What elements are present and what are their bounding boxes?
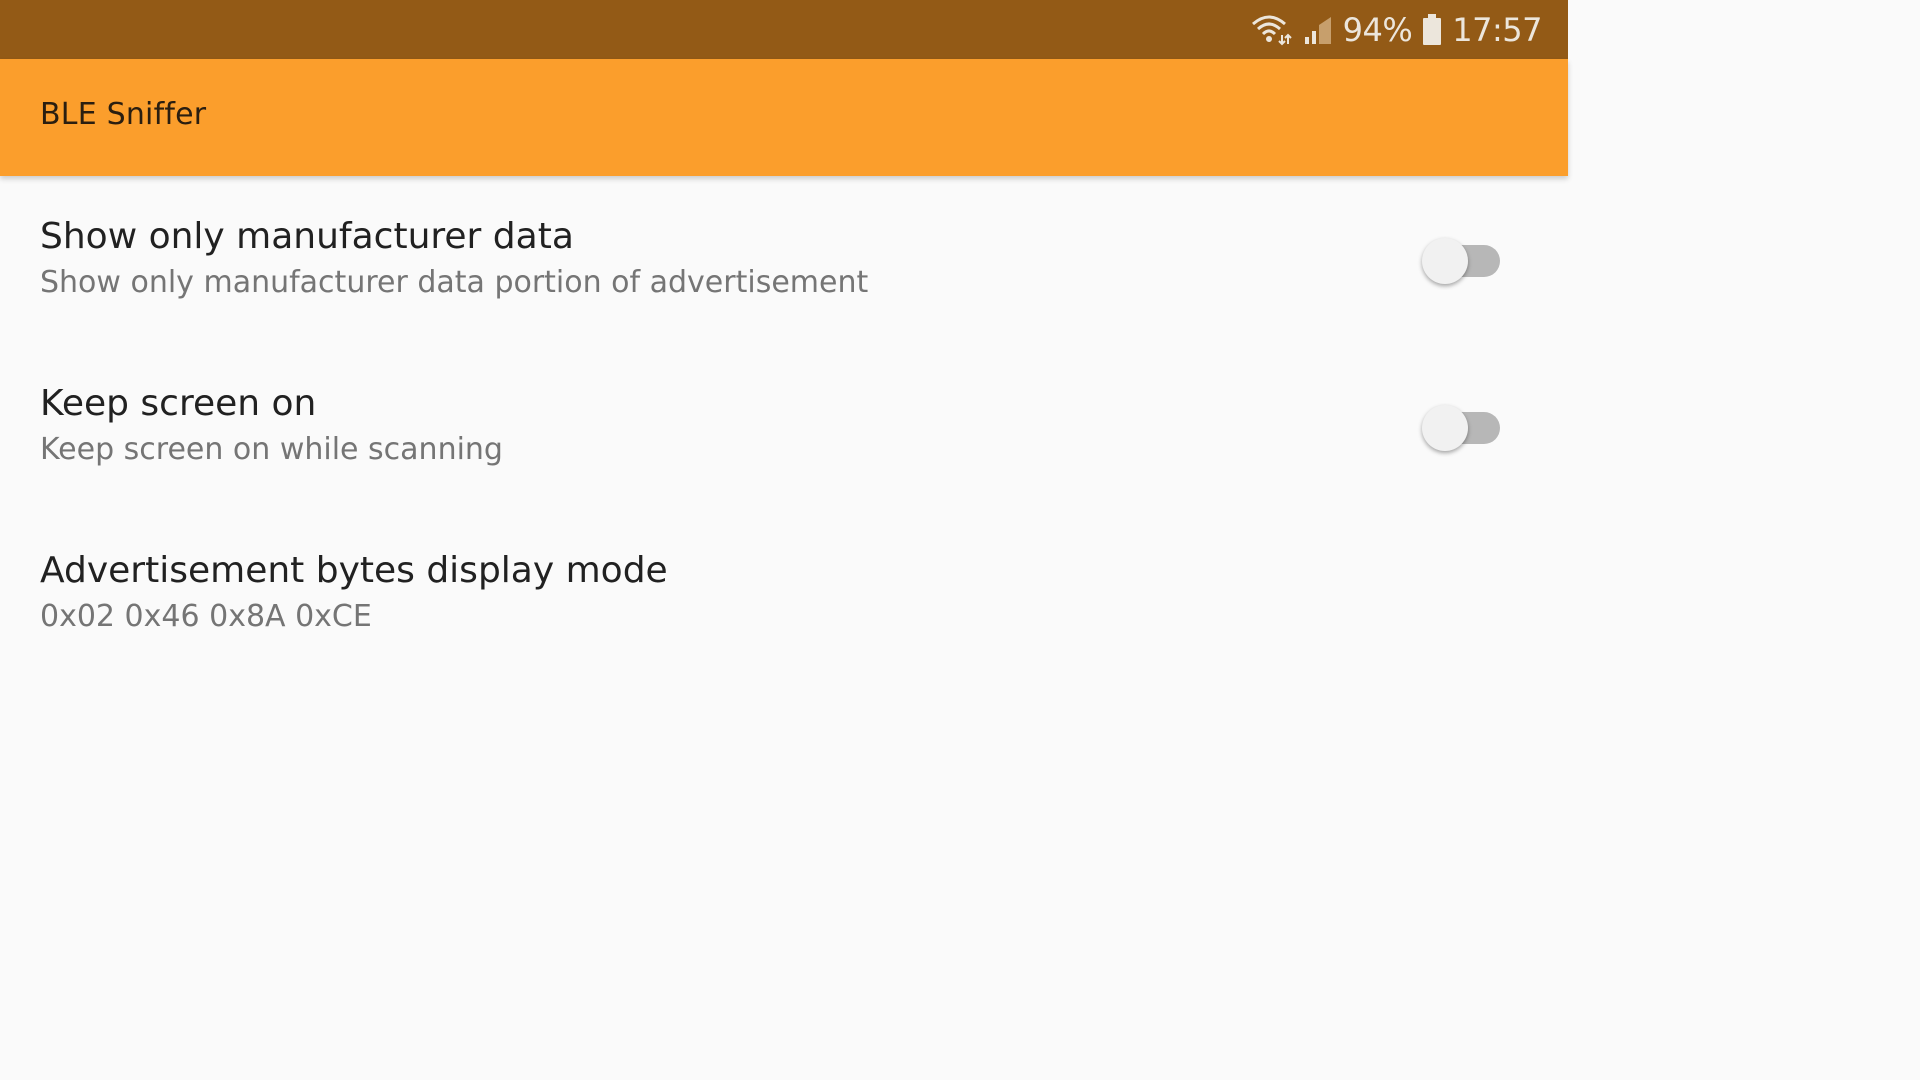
app-bar: BLE Sniffer: [0, 59, 1568, 176]
battery-percent: 94%: [1342, 10, 1413, 49]
pref-summary: Show only manufacturer data portion of a…: [40, 265, 869, 300]
pref-title: Show only manufacturer data: [40, 216, 574, 257]
signal-icon: [1303, 15, 1333, 45]
clock: 17:57: [1452, 10, 1542, 49]
pref-title: Keep screen on: [40, 383, 317, 424]
pref-summary: Keep screen on while scanning: [40, 432, 503, 467]
switch-thumb: [1422, 405, 1468, 451]
switch-thumb: [1422, 238, 1468, 284]
preferences-list: Show only manufacturer data Show only ma…: [0, 176, 1568, 882]
pref-title: Advertisement bytes display mode: [40, 550, 668, 591]
app-title: BLE Sniffer: [40, 97, 207, 132]
pref-keep-screen-on[interactable]: Keep screen on Keep screen on while scan…: [0, 343, 1568, 510]
keep-screen-on-switch[interactable]: [1422, 405, 1502, 451]
status-indicators: 94% 17:57: [1249, 0, 1542, 59]
manufacturer-data-switch[interactable]: [1422, 238, 1502, 284]
pref-advertisement-bytes-display-mode[interactable]: Advertisement bytes display mode 0x02 0x…: [0, 510, 1568, 677]
status-bar: 94% 17:57: [0, 0, 1568, 59]
battery-icon: [1422, 13, 1442, 46]
pref-summary: 0x02 0x46 0x8A 0xCE: [40, 599, 372, 634]
pref-show-only-manufacturer-data[interactable]: Show only manufacturer data Show only ma…: [0, 176, 1568, 343]
wifi-icon: [1249, 14, 1293, 46]
